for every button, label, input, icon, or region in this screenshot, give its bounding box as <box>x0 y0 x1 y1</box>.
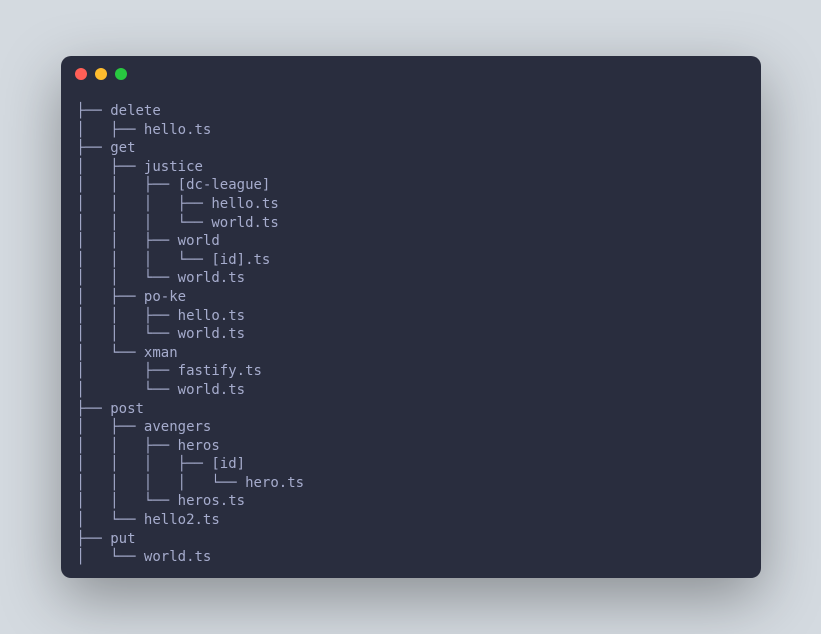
maximize-icon[interactable] <box>115 68 127 80</box>
close-icon[interactable] <box>75 68 87 80</box>
window-titlebar <box>61 56 761 92</box>
terminal-output: ├── delete │ ├── hello.ts ├── get │ ├── … <box>61 92 761 578</box>
minimize-icon[interactable] <box>95 68 107 80</box>
terminal-window: ├── delete │ ├── hello.ts ├── get │ ├── … <box>61 56 761 578</box>
